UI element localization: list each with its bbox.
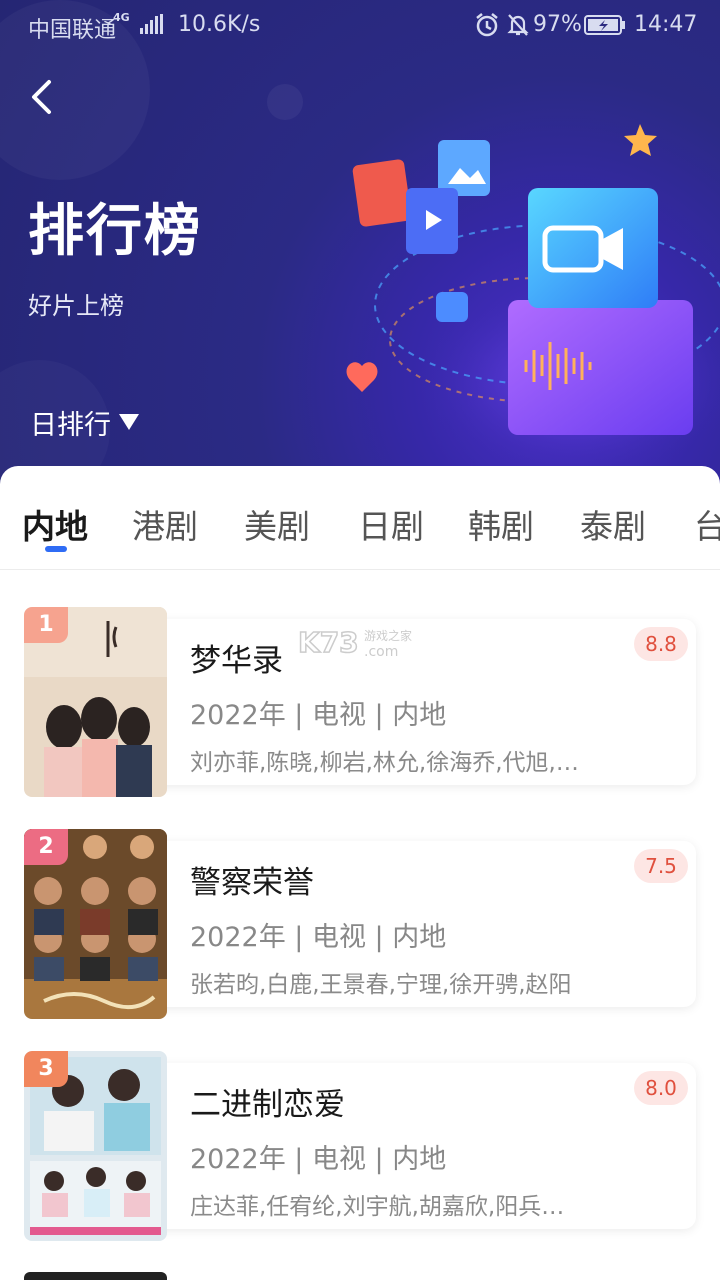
item-title: 警察荣誉 [190, 865, 314, 901]
next-poster-peek [24, 1272, 167, 1280]
score-badge: 8.0 [634, 1071, 688, 1105]
svg-text:.com: .com [364, 644, 398, 660]
ranking-page: 中国联通 4G 10.6K/s 97% 14:47 排行榜 好片上榜 日排行 内… [0, 0, 720, 1280]
poster-image[interactable]: 1 [24, 607, 167, 797]
watermark-logo: K73 游戏之家 .com [297, 625, 412, 660]
rank-badge: 3 [24, 1051, 68, 1087]
network-speed: 10.6K/s [178, 12, 261, 37]
poster-image[interactable]: 2 [24, 829, 167, 1019]
active-tab-indicator [45, 546, 67, 552]
page-subtitle: 好片上榜 [28, 292, 124, 320]
svg-text:K73: K73 [298, 626, 359, 659]
list-item[interactable]: 2 警察荣誉 2022年 | 电视 | 内地 张若昀,白鹿,王景春,宁理,徐开骋… [24, 829, 698, 1019]
rank-badge: 1 [24, 607, 68, 643]
item-cast: 张若昀,白鹿,王景春,宁理,徐开骋,赵阳 [190, 972, 572, 998]
period-label: 日排行 [30, 409, 111, 441]
back-arrow-icon[interactable] [22, 72, 62, 122]
tab-hongkong[interactable]: 港剧 [132, 500, 198, 548]
item-meta: 2022年 | 电视 | 内地 [190, 700, 447, 731]
period-dropdown[interactable]: 日排行 [30, 402, 139, 442]
item-cast: 庄达菲,任宥纶,刘宇航,胡嘉欣,阳兵… [190, 1194, 565, 1220]
svg-text:游戏之家: 游戏之家 [364, 628, 412, 643]
tab-taiwan[interactable]: 台 [694, 500, 720, 548]
item-title: 二进制恋爱 [190, 1087, 345, 1123]
alarm-icon [476, 13, 498, 37]
network-type-label: 4G [113, 11, 130, 24]
item-cast: 刘亦菲,陈晓,柳岩,林允,徐海乔,代旭,… [190, 750, 579, 776]
content-panel: 内地 港剧 美剧 日剧 韩剧 泰剧 台 [0, 466, 720, 1280]
header-banner: 中国联通 4G 10.6K/s 97% 14:47 排行榜 好片上榜 日排行 [0, 0, 720, 490]
poster-image[interactable]: 3 [24, 1051, 167, 1241]
signal-icon [140, 14, 163, 34]
media-illustration [346, 124, 720, 475]
tab-mainland[interactable]: 内地 [22, 500, 88, 548]
clock: 14:47 [634, 12, 698, 37]
score-badge: 7.5 [634, 849, 688, 883]
list-item[interactable]: 3 二进制恋爱 2022年 | 电视 | 内地 庄达菲,任宥纶,刘宇航,胡嘉欣,… [24, 1051, 698, 1241]
battery-percent: 97% [533, 12, 582, 37]
caret-down-icon [119, 414, 139, 430]
status-bar: 中国联通 4G 10.6K/s 97% 14:47 [0, 0, 720, 52]
tab-thailand[interactable]: 泰剧 [580, 500, 646, 548]
battery-charging-icon [584, 15, 625, 35]
item-meta: 2022年 | 电视 | 内地 [190, 1144, 447, 1175]
category-tabs: 内地 港剧 美剧 日剧 韩剧 泰剧 台 [0, 466, 720, 570]
item-meta: 2022年 | 电视 | 内地 [190, 922, 447, 953]
tab-korea[interactable]: 韩剧 [468, 500, 534, 548]
item-title: 梦华录 [190, 643, 283, 679]
mute-bell-icon [507, 14, 529, 36]
carrier-label: 中国联通 [28, 18, 117, 43]
tab-us[interactable]: 美剧 [244, 500, 310, 548]
tab-japan[interactable]: 日剧 [358, 500, 424, 548]
rank-badge: 2 [24, 829, 68, 865]
score-badge: 8.8 [634, 627, 688, 661]
page-title: 排行榜 [28, 199, 202, 264]
